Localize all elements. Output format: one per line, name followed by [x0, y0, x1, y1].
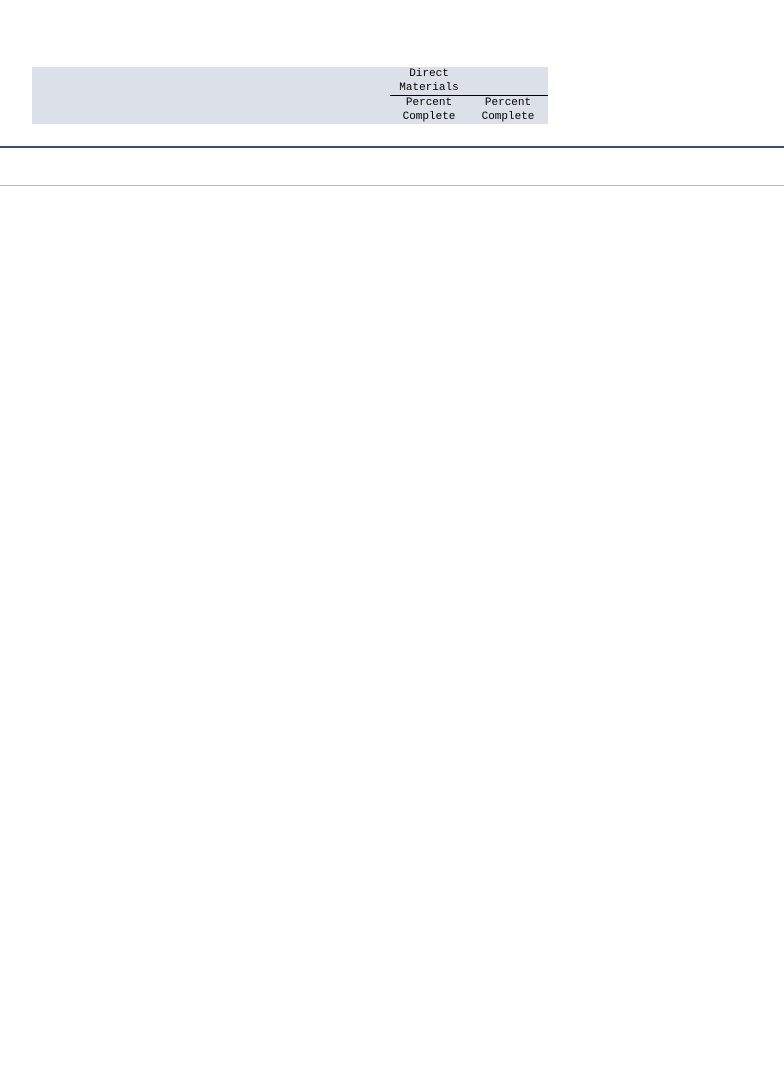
question-note	[0, 161, 784, 165]
units-percent-table: Direct Materials Percent Percent Complet…	[32, 67, 548, 124]
required-information-block	[0, 0, 784, 34]
units-header-blank-4	[326, 81, 390, 96]
applies-note	[0, 8, 784, 19]
units-header-percent-cv-line2: Complete	[468, 110, 548, 124]
units-header-row-3: Percent Percent	[32, 95, 548, 110]
units-header-conversion-blank	[468, 67, 548, 81]
units-header-units	[326, 110, 390, 124]
units-header-percent-dm-line1: Percent	[390, 95, 468, 110]
units-header-row-2: Materials	[32, 81, 548, 96]
units-header-direct-materials-line2: Materials	[390, 81, 468, 96]
units-header-conversion	[468, 81, 548, 96]
intro-paragraph	[0, 19, 784, 34]
question-prompt	[0, 148, 784, 161]
required-information-title	[0, 0, 784, 8]
units-header-blank-3	[32, 81, 326, 96]
units-header-blank-6	[326, 95, 390, 110]
units-header-percent-cv-line1: Percent	[468, 95, 548, 110]
units-header-row-1: Direct	[32, 67, 548, 81]
units-header-row-4: Complete Complete	[32, 110, 548, 124]
units-header-blank-7	[32, 110, 326, 124]
units-header-direct-materials-line1: Direct	[390, 67, 468, 81]
section-divider-grey	[0, 185, 784, 186]
units-header-percent-dm-line2: Complete	[390, 110, 468, 124]
units-header-blank-1	[32, 67, 326, 81]
worksheet-page: Direct Materials Percent Percent Complet…	[0, 0, 784, 1090]
units-header-blank-2	[326, 67, 390, 81]
units-header-blank-5	[32, 95, 326, 110]
